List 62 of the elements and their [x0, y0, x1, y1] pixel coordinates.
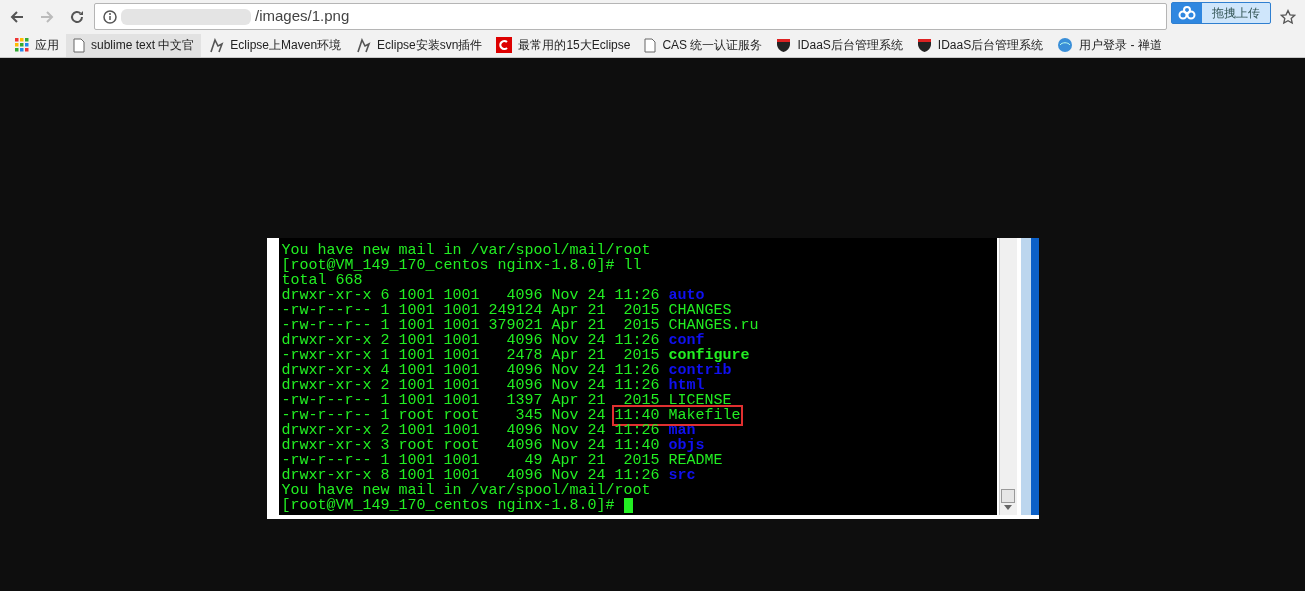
address-bar[interactable]: /images/1.png	[94, 3, 1167, 30]
file-name: LICENSE	[668, 392, 732, 409]
cursor	[623, 498, 633, 513]
file-info: -rw-r--r-- 1 root root 345 Nov 24 11:40	[281, 407, 660, 424]
file-info: -rwxr-xr-x 1 1001 1001 2478 Apr 21 2015	[281, 347, 660, 364]
shield-icon	[916, 37, 932, 53]
bird-icon	[355, 37, 372, 53]
file-name: CHANGES.ru	[668, 317, 759, 334]
apps-grid-icon	[15, 38, 29, 52]
file-info: drwxr-xr-x 2 1001 1001 4096 Nov 24 11:26	[281, 332, 660, 349]
file-info: drwxr-xr-x 4 1001 1001 4096 Nov 24 11:26	[281, 362, 660, 379]
bookmark[interactable]: Eclipse上Maven环境	[201, 33, 349, 57]
info-icon	[103, 9, 117, 24]
reload-icon	[69, 8, 85, 25]
file-info: -rw-r--r-- 1 1001 1001 379021 Apr 21 2015	[281, 317, 660, 334]
bookmark[interactable]: IDaaS后台管理系统	[909, 33, 1051, 57]
file-name: configure	[668, 347, 750, 364]
forward-arrow-icon	[39, 8, 55, 25]
file-info: -rw-r--r-- 1 1001 1001 49 Apr 21 2015	[281, 452, 660, 469]
globe-icon	[1057, 37, 1074, 53]
scroll-down-icon[interactable]	[1004, 505, 1013, 511]
terminal-line: You have new mail in /var/spool/mail/root	[281, 482, 651, 499]
file-name: README	[668, 452, 723, 469]
page-icon	[73, 37, 85, 53]
file-info: drwxr-xr-x 2 1001 1001 4096 Nov 24 11:26	[281, 377, 660, 394]
cloud-logo-icon	[1178, 5, 1196, 20]
bookmark[interactable]: CAS 统一认证服务	[637, 33, 770, 57]
scroll-thumb[interactable]	[1001, 489, 1016, 503]
terminal-line: You have new mail in /var/spool/mail/root	[281, 242, 651, 259]
terminal-line: total 668	[281, 272, 363, 289]
page-icon	[644, 37, 657, 53]
file-name: Makefile	[668, 407, 741, 424]
star-icon	[1280, 8, 1296, 25]
shield-icon	[776, 37, 792, 53]
bookmark[interactable]: 应用	[8, 33, 66, 57]
file-name: html	[668, 377, 705, 394]
file-info: drwxr-xr-x 3 root root 4096 Nov 24 11:40	[281, 437, 660, 454]
file-info: drwxr-xr-x 6 1001 1001 4096 Nov 24 11:26	[281, 287, 660, 304]
file-info: -rw-r--r-- 1 1001 1001 249124 Apr 21 2015	[281, 302, 660, 319]
file-info: drwxr-xr-x 2 1001 1001 4096 Nov 24 11:26	[281, 422, 660, 439]
file-name: CHANGES	[668, 302, 732, 319]
bookmark[interactable]: Eclipse安装svn插件	[348, 33, 490, 57]
file-name: conf	[668, 332, 705, 349]
bookmark[interactable]: IDaaS后台管理系统	[769, 33, 910, 57]
shell-prompt: [root@VM_149_170_centos nginx-1.8.0]#	[281, 497, 615, 514]
bookmark[interactable]: 用户登录 - 禅道	[1050, 33, 1169, 57]
file-name: objs	[668, 437, 705, 454]
file-name: contrib	[668, 362, 732, 379]
scrollbar[interactable]	[998, 238, 1017, 515]
file-name: man	[668, 422, 696, 439]
file-name: auto	[668, 287, 705, 304]
terminal-line: [root@VM_149_170_centos nginx-1.8.0]# ll	[281, 257, 642, 274]
c-logo-icon	[496, 37, 513, 53]
url-text: /images/1.png	[255, 6, 350, 27]
file-name: src	[668, 467, 696, 484]
bookmark[interactable]: sublime text 中文官	[66, 33, 202, 57]
file-info: -rw-r--r-- 1 1001 1001 1397 Apr 21 2015	[281, 392, 660, 409]
bird-icon	[208, 37, 225, 53]
bookmark[interactable]: 最常用的15大Eclipse	[489, 33, 638, 57]
file-info: drwxr-xr-x 8 1001 1001 4096 Nov 24 11:26	[281, 467, 660, 484]
upload-extension-button[interactable]: 拖拽上传	[1171, 1, 1271, 24]
back-arrow-icon	[9, 8, 25, 25]
